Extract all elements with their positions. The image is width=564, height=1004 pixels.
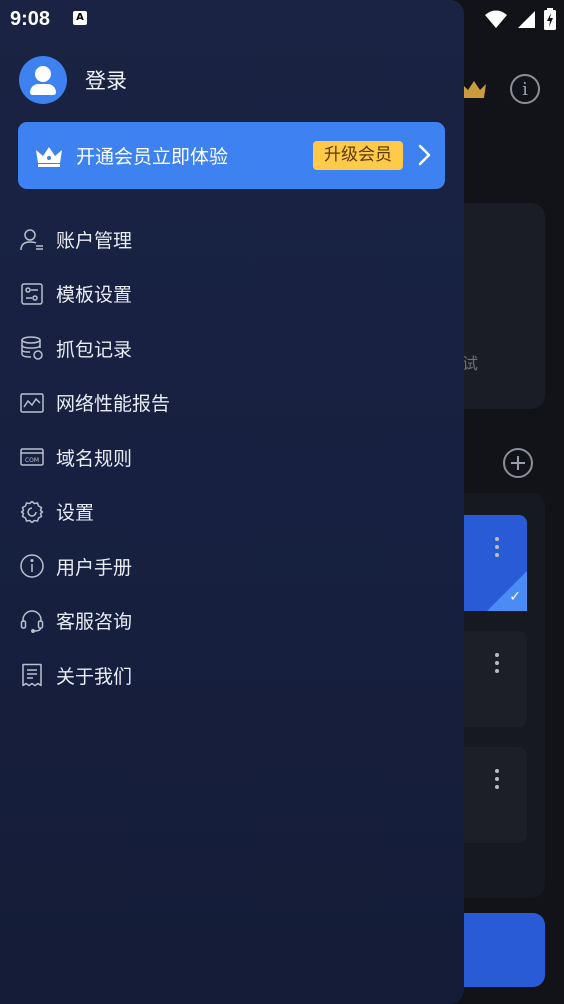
more-icon[interactable] <box>495 537 499 561</box>
status-bar: 9:08 A <box>0 0 564 38</box>
menu-label: 用户手册 <box>56 556 133 579</box>
menu-label: 网络性能报告 <box>56 393 171 416</box>
menu-item-about-us[interactable]: 关于我们 <box>0 648 464 703</box>
menu-label: 关于我们 <box>56 665 133 688</box>
menu-label: 域名规则 <box>56 447 133 470</box>
menu-label: 账户管理 <box>56 229 133 252</box>
menu-item-network-report[interactable]: 网络性能报告 <box>0 376 464 431</box>
menu-label: 设置 <box>56 502 95 525</box>
menu-item-domain-rules[interactable]: COM 域名规则 <box>0 430 464 485</box>
add-icon[interactable] <box>503 448 533 478</box>
gear-icon <box>20 500 44 523</box>
info-icon <box>20 554 44 578</box>
menu-label: 抓包记录 <box>56 338 133 361</box>
upgrade-vip-button[interactable]: 升级会员 <box>313 141 403 170</box>
receipt-icon <box>22 664 42 687</box>
profile-login[interactable]: 登录 <box>19 56 127 104</box>
more-icon[interactable] <box>495 769 499 793</box>
system-icons <box>484 8 556 30</box>
notification-icon: A <box>73 11 87 25</box>
vip-banner[interactable]: 开通会员立即体验 升级会员 <box>18 122 445 189</box>
check-icon: ✓ <box>509 589 521 605</box>
crown-icon <box>36 147 62 167</box>
menu-label: 模板设置 <box>56 284 133 307</box>
signal-icon <box>518 11 535 28</box>
database-icon <box>21 336 43 360</box>
svg-text:COM: COM <box>25 457 39 464</box>
menu-label: 客服咨询 <box>56 611 133 634</box>
chart-icon <box>20 393 44 413</box>
login-label[interactable]: 登录 <box>85 65 127 95</box>
menu-item-user-manual[interactable]: 用户手册 <box>0 539 464 594</box>
headset-icon <box>20 610 44 633</box>
crown-icon[interactable] <box>460 78 488 102</box>
account-icon <box>20 229 43 251</box>
menu-item-capture[interactable]: 抓包记录 <box>0 321 464 376</box>
menu-item-customer-service[interactable]: 客服咨询 <box>0 594 464 649</box>
more-icon[interactable] <box>495 653 499 677</box>
selected-corner <box>487 571 527 611</box>
bg-card-text: 试 <box>462 354 479 373</box>
menu-item-template[interactable]: 模板设置 <box>0 267 464 322</box>
vip-promo-text: 开通会员立即体验 <box>76 146 229 168</box>
domain-icon: COM <box>20 448 44 466</box>
navigation-drawer: 登录 开通会员立即体验 升级会员 账户管理 模板设置 抓包记录 网络性能报告 C… <box>0 0 464 1004</box>
battery-icon <box>544 8 556 30</box>
menu-item-settings[interactable]: 设置 <box>0 485 464 540</box>
avatar-icon[interactable] <box>19 56 67 104</box>
chevron-right-icon[interactable] <box>417 144 431 166</box>
wifi-icon <box>485 10 507 28</box>
status-time: 9:08 <box>10 8 51 30</box>
template-icon <box>21 283 43 305</box>
drawer-menu: 账户管理 模板设置 抓包记录 网络性能报告 COM 域名规则 设置 用户手册 客… <box>0 212 464 703</box>
info-icon[interactable]: i <box>510 74 540 104</box>
menu-item-account[interactable]: 账户管理 <box>0 212 464 267</box>
